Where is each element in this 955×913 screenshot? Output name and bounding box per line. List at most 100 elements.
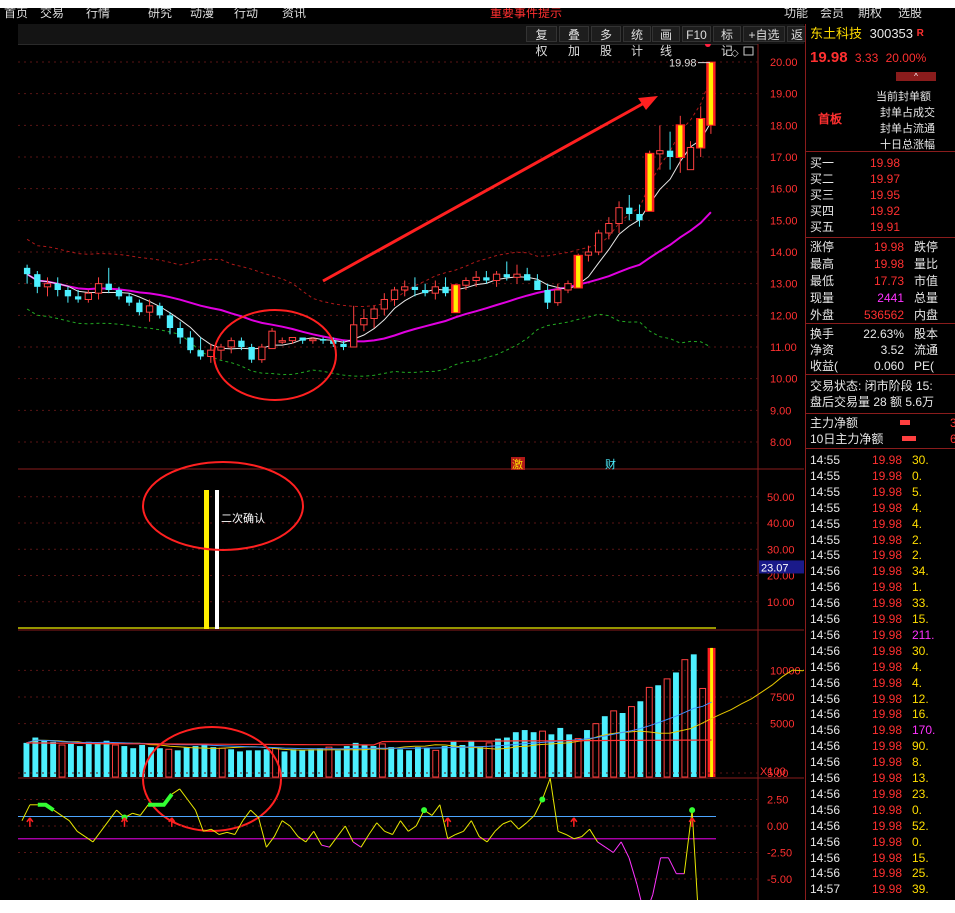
- event-marker-label: 激: [512, 457, 523, 471]
- candle: [615, 201, 623, 233]
- volume-bar-highlight: [710, 647, 713, 777]
- tick-row[interactable]: 14:56 19.98 52.: [806, 818, 955, 834]
- tick-row[interactable]: 14:56 19.98 4.: [806, 659, 955, 675]
- tick-price: 19.98: [872, 643, 903, 658]
- tick-row[interactable]: 14:55 19.98 30.: [806, 452, 955, 468]
- bid-label: 买一: [810, 156, 835, 170]
- event-marker-label[interactable]: 财: [605, 457, 616, 471]
- annotation-ellipse: [142, 726, 282, 832]
- menu-item[interactable]: 选股: [898, 8, 922, 21]
- candle: [380, 293, 388, 316]
- volume-tick-label: 10000: [770, 665, 801, 677]
- bid-price: 19.91: [870, 220, 901, 234]
- tick-volume: 2.: [912, 532, 923, 547]
- volume-tick-label: 5000: [770, 719, 794, 731]
- price-tick-label: 8.00: [770, 437, 791, 449]
- chart-toolbar: 复权叠加多股统计画线F10标记+自选返回: [18, 24, 807, 58]
- osc-signal-dot: [704, 41, 711, 47]
- menu-item[interactable]: 交易: [40, 8, 64, 21]
- tick-row[interactable]: 14:56 19.98 170.: [806, 722, 955, 738]
- candle: [136, 299, 143, 316]
- price-pct: 20.00%: [885, 51, 927, 65]
- bid-row[interactable]: 买一 19.98: [806, 155, 955, 171]
- stock-name: 东土科技: [810, 26, 863, 41]
- diamond-icon[interactable]: ◇: [731, 48, 739, 59]
- candle: [492, 271, 501, 287]
- bid-row[interactable]: 买四 19.92: [806, 203, 955, 219]
- tick-row[interactable]: 14:56 19.98 211.: [806, 627, 955, 643]
- toolbar-button[interactable]: F10: [682, 26, 711, 42]
- tick-row[interactable]: 14:56 19.98 15.: [806, 611, 955, 627]
- tick-row[interactable]: 14:56 19.98 34.: [806, 563, 955, 579]
- candle: [350, 305, 358, 348]
- candle: [258, 343, 266, 363]
- volume-bar: [459, 745, 466, 777]
- tick-row[interactable]: 14:55 19.98 2.: [806, 547, 955, 563]
- bid-row[interactable]: 买三 19.95: [806, 187, 955, 203]
- tick-row[interactable]: 14:56 19.98 33.: [806, 595, 955, 611]
- tick-row[interactable]: 14:56 19.98 1.: [806, 579, 955, 595]
- volume-bar: [557, 727, 564, 777]
- menu-item[interactable]: 资讯: [282, 8, 306, 21]
- tick-row[interactable]: 14:57 19.98 39.: [806, 881, 955, 897]
- menu-item[interactable]: 动漫: [190, 8, 214, 21]
- tick-row[interactable]: 14:56 19.98 25.: [806, 865, 955, 881]
- menu-item[interactable]: 功能: [784, 8, 808, 21]
- tick-volume: 39.: [912, 882, 929, 897]
- osc-segment: [344, 825, 354, 843]
- tick-row[interactable]: 14:55 19.98 4.: [806, 516, 955, 532]
- toolbar-button[interactable]: 叠加: [559, 26, 589, 58]
- menu-item[interactable]: 首页: [4, 8, 28, 21]
- candle: [584, 245, 593, 262]
- toolbar-button[interactable]: 返回: [787, 26, 807, 58]
- tick-row[interactable]: 14:56 19.98 90.: [806, 738, 955, 754]
- bid-row[interactable]: 买五 19.91: [806, 219, 955, 235]
- menu-alert[interactable]: 重要事件提示: [490, 8, 562, 21]
- toolbar-button[interactable]: 复权: [526, 26, 557, 58]
- net-flow-row[interactable]: 主力净额 3: [806, 415, 955, 431]
- tick-row[interactable]: 14:56 19.98 13.: [806, 770, 955, 786]
- toolbar-button[interactable]: 统计: [623, 26, 651, 58]
- tick-row[interactable]: 14:55 19.98 5.: [806, 484, 955, 500]
- volume-bar: [67, 743, 74, 777]
- tick-row[interactable]: 14:55 19.98 2.: [806, 532, 955, 548]
- collapse-toggle[interactable]: ^: [896, 72, 936, 81]
- volume-bar: [58, 744, 66, 778]
- kline-chart-area[interactable]: 20.00 19.00 18.00 17.00 16.00 15.00 14.00 13.00…: [18, 41, 814, 913]
- osc-tick-label: -5.00: [767, 874, 792, 886]
- net-flow-row[interactable]: 10日主力净额 6: [806, 431, 955, 447]
- tick-row[interactable]: 14:56 19.98 0.: [806, 834, 955, 850]
- tick-row[interactable]: 14:56 19.98 23.: [806, 786, 955, 802]
- window-icon[interactable]: [743, 46, 754, 56]
- tick-row[interactable]: 14:56 19.98 15.: [806, 850, 955, 866]
- osc-segment: [400, 820, 409, 832]
- toolbar-button[interactable]: 画线: [652, 26, 680, 58]
- tick-volume: 4.: [912, 675, 923, 690]
- tick-row[interactable]: 14:56 19.98 8.: [806, 754, 955, 770]
- toolbar-button[interactable]: +自选: [743, 26, 785, 42]
- stock-header[interactable]: 东土科技 300353 R: [806, 26, 955, 42]
- volume-bar: [610, 710, 618, 778]
- kline-chart-svg[interactable]: 20.00 19.00 18.00 17.00 16.00 15.00 14.00 13.00…: [18, 41, 814, 913]
- menu-item[interactable]: 行情: [86, 8, 110, 21]
- tick-row[interactable]: 14:56 19.98 12.: [806, 691, 955, 707]
- tick-row[interactable]: 14:55 19.98 4.: [806, 500, 955, 516]
- tick-row[interactable]: 14:56 19.98 4.: [806, 675, 955, 691]
- menu-item[interactable]: 会员: [820, 8, 844, 21]
- bid-row[interactable]: 买二 19.97: [806, 171, 955, 187]
- candle: [105, 267, 112, 294]
- tick-row[interactable]: 14:56 19.98 30.: [806, 643, 955, 659]
- candle: [594, 229, 603, 256]
- tick-volume: 30.: [912, 453, 929, 467]
- menu-item[interactable]: 行动: [234, 8, 258, 21]
- volume-bar: [637, 701, 644, 777]
- menu-item[interactable]: 研究: [148, 8, 172, 21]
- osc-segment: [132, 812, 141, 816]
- tick-row[interactable]: 14:56 19.98 16.: [806, 706, 955, 722]
- toolbar-button[interactable]: 标记: [713, 26, 741, 58]
- tick-row[interactable]: 14:55 19.98 0.: [806, 468, 955, 484]
- toolbar-button[interactable]: 多股: [591, 26, 621, 58]
- menu-item[interactable]: 期权: [858, 8, 882, 21]
- tick-row[interactable]: 14:56 19.98 0.: [806, 802, 955, 818]
- divider: [806, 237, 955, 238]
